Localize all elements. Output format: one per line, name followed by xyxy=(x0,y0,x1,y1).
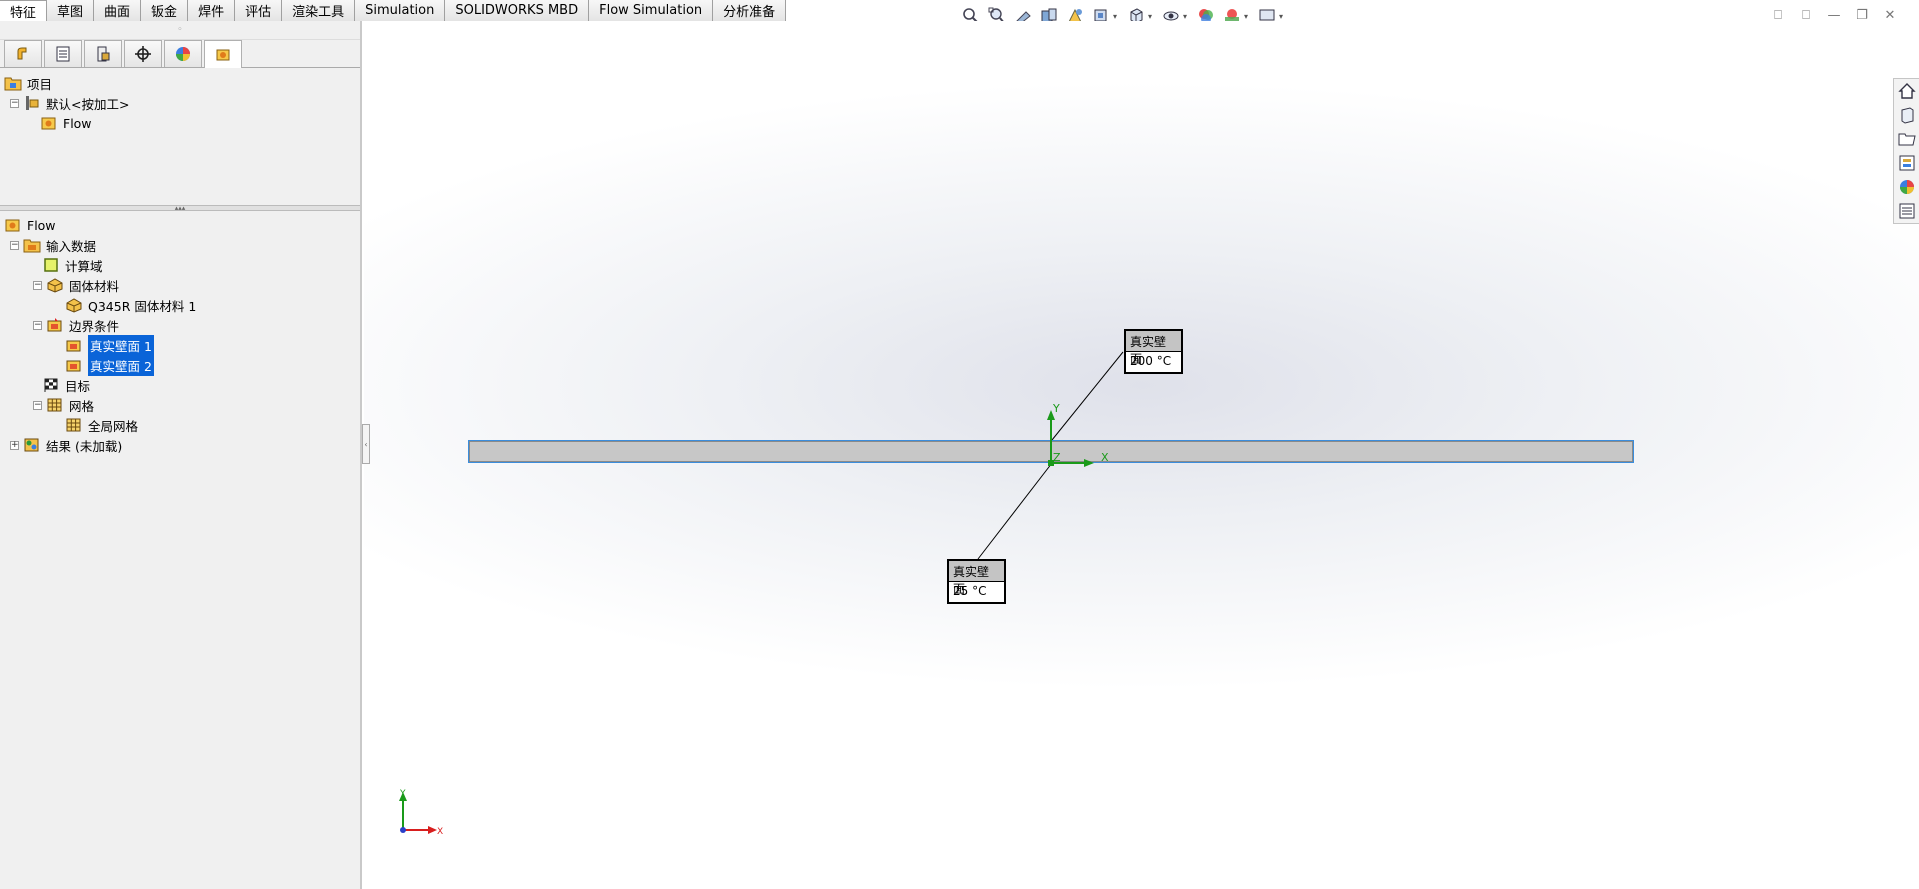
real-wall-callout-bottom[interactable]: 真实壁面 25 °C xyxy=(947,559,1006,604)
real-wall-callout-top[interactable]: 真实壁面 200 °C xyxy=(1124,329,1183,374)
home-icon[interactable] xyxy=(1894,79,1919,103)
triad-y-label: Y xyxy=(1052,402,1060,415)
callout-title: 真实壁面 xyxy=(1126,331,1181,366)
file-explorer-icon[interactable] xyxy=(1894,127,1919,151)
task-pane-tabs xyxy=(1893,78,1919,224)
callout-value: 25 °C xyxy=(953,584,987,598)
design-library-icon[interactable] xyxy=(1894,103,1919,127)
custom-properties-icon[interactable] xyxy=(1894,199,1919,223)
callout-value: 200 °C xyxy=(1130,354,1172,368)
view-palette-icon[interactable] xyxy=(1894,151,1919,175)
view-triad-y-label: Y xyxy=(399,789,406,799)
callout-title: 真实壁面 xyxy=(949,561,1004,596)
triad-z-label: Z xyxy=(1053,451,1061,464)
origin-triad-icon: Y Z X xyxy=(1047,402,1094,467)
appearances-icon[interactable] xyxy=(1894,175,1919,199)
view-triad-icon: Y X xyxy=(399,789,443,837)
triad-x-label: X xyxy=(1101,451,1109,464)
view-triad-x-label: X xyxy=(437,827,443,837)
